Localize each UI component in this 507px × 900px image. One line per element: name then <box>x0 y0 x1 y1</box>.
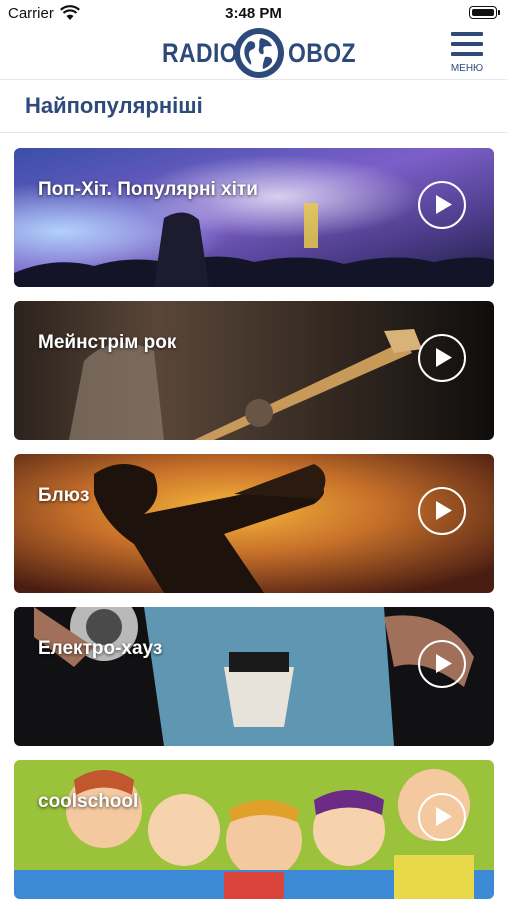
play-button[interactable] <box>418 181 466 229</box>
play-icon <box>436 195 452 214</box>
station-card[interactable]: Мейнстрім рок <box>14 301 494 440</box>
logo-text-right: OBOZ <box>288 38 356 68</box>
station-card[interactable]: Поп-Хіт. Популярні хіти <box>14 148 494 287</box>
station-title: coolschool <box>38 791 139 812</box>
station-title: Блюз <box>38 485 90 506</box>
radio-oboz-logo[interactable]: RADIO OBOZ <box>160 28 356 78</box>
play-button[interactable] <box>418 487 466 535</box>
station-card[interactable]: Блюз <box>14 454 494 593</box>
divider <box>0 132 507 133</box>
section-title: Найпопулярніші <box>25 93 203 118</box>
play-icon <box>436 348 452 367</box>
play-icon <box>436 654 452 673</box>
station-title: Електро-хауз <box>38 638 163 659</box>
play-button[interactable] <box>418 793 466 841</box>
play-button[interactable] <box>418 640 466 688</box>
play-icon <box>436 807 452 826</box>
play-icon <box>436 501 452 520</box>
battery-icon <box>469 6 500 19</box>
station-card[interactable]: coolschool <box>14 760 494 899</box>
status-time: 3:48 PM <box>225 5 282 22</box>
menu-button[interactable]: МЕНЮ <box>447 30 487 76</box>
station-card[interactable]: Електро-хауз <box>14 607 494 746</box>
status-bar: Carrier 3:48 PM <box>0 0 507 26</box>
station-title: Поп-Хіт. Популярні хіти <box>38 179 258 200</box>
play-button[interactable] <box>418 334 466 382</box>
logo-text-left: RADIO <box>162 38 239 68</box>
globe-icon <box>234 28 284 78</box>
station-title: Мейнстрім рок <box>38 332 177 353</box>
menu-label: МЕНЮ <box>450 63 484 74</box>
app-header: RADIO OBOZ МЕНЮ <box>0 26 507 80</box>
